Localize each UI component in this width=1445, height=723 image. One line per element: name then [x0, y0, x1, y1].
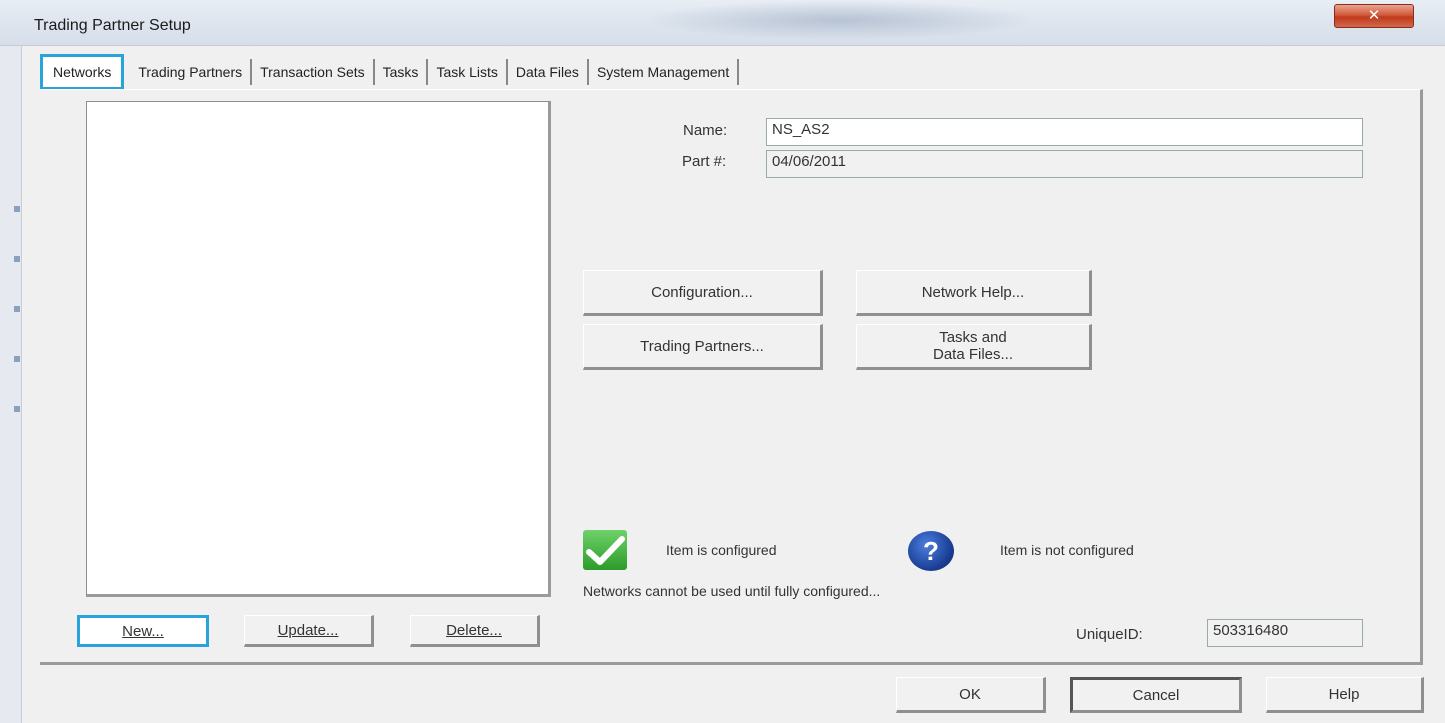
- window-left-edge: [0, 46, 22, 723]
- part-field: 04/06/2011: [766, 150, 1363, 178]
- tab-networks[interactable]: Networks: [40, 54, 125, 90]
- ok-button[interactable]: OK: [896, 677, 1046, 713]
- network-help-button[interactable]: Network Help...: [856, 270, 1092, 316]
- close-button[interactable]: ✕: [1334, 4, 1414, 28]
- question-mark-icon: ?: [908, 531, 954, 571]
- tab-system-management[interactable]: System Management: [589, 59, 740, 85]
- tasks-data-files-line2: Data Files...: [932, 346, 1014, 363]
- configuration-note: Networks cannot be used until fully conf…: [583, 583, 881, 599]
- unique-id-field: 503316480: [1207, 619, 1363, 647]
- trading-partners-button[interactable]: Trading Partners...: [583, 324, 823, 370]
- tab-data-files[interactable]: Data Files: [508, 59, 589, 85]
- window-title: Trading Partner Setup: [34, 17, 191, 34]
- new-button-label: New...: [122, 622, 164, 640]
- tasks-data-files-button[interactable]: Tasks and Data Files...: [856, 324, 1092, 370]
- configuration-button[interactable]: Configuration...: [583, 270, 823, 316]
- name-label: Name:: [683, 122, 728, 139]
- legend-not-configured-label: Item is not configured: [1000, 542, 1134, 558]
- update-button[interactable]: Update...: [244, 615, 374, 647]
- unique-id-label: UniqueID:: [1076, 626, 1143, 643]
- tab-bar: Networks Trading Partners Transaction Se…: [40, 54, 740, 90]
- checkmark-icon: [583, 530, 627, 570]
- legend-configured-label: Item is configured: [666, 542, 777, 558]
- title-bar: [0, 0, 1445, 46]
- delete-button[interactable]: Delete...: [410, 615, 540, 647]
- new-button[interactable]: New...: [77, 615, 209, 647]
- tab-tasks[interactable]: Tasks: [375, 59, 429, 85]
- cancel-button[interactable]: Cancel: [1070, 677, 1242, 713]
- tasks-data-files-line1: Tasks and: [939, 329, 1007, 346]
- update-button-label: Update...: [277, 621, 339, 639]
- tab-task-lists[interactable]: Task Lists: [428, 59, 508, 85]
- name-field[interactable]: NS_AS2: [766, 118, 1363, 146]
- tab-transaction-sets[interactable]: Transaction Sets: [252, 59, 375, 85]
- part-label: Part #:: [682, 153, 727, 170]
- help-button[interactable]: Help: [1266, 677, 1424, 713]
- delete-button-label: Delete...: [446, 621, 502, 639]
- network-list[interactable]: [86, 101, 551, 597]
- tab-trading-partners[interactable]: Trading Partners: [130, 59, 253, 85]
